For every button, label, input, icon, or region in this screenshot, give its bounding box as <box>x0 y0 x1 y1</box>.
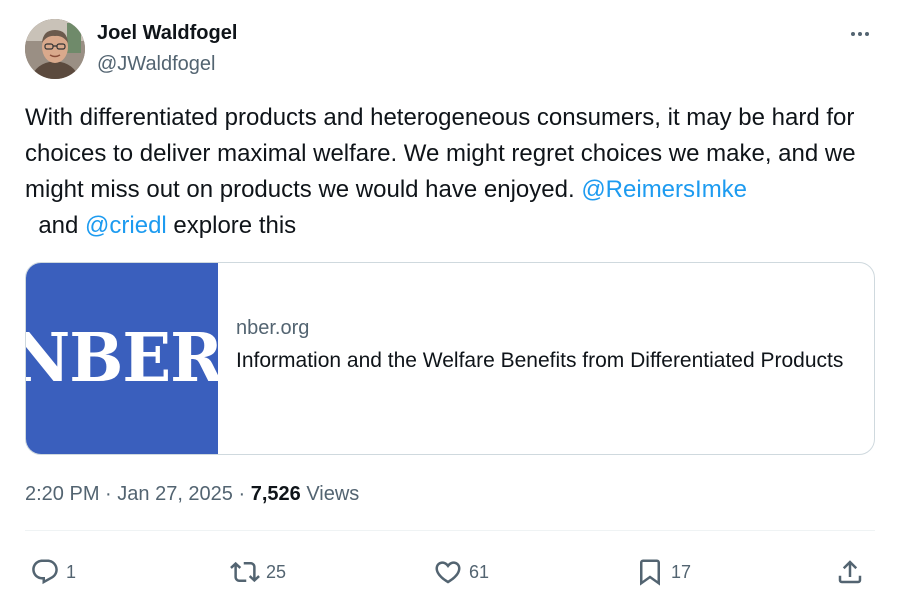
link-card[interactable]: NBER nber.org Information and the Welfar… <box>25 262 875 455</box>
tweet-time[interactable]: 2:20 PM <box>25 483 99 505</box>
reply-count: 1 <box>66 561 77 582</box>
more-dots-icon <box>851 32 869 36</box>
heart-icon <box>435 561 461 584</box>
bookmark-button[interactable]: 17 <box>635 552 691 592</box>
more-options-button[interactable] <box>846 20 874 48</box>
bookmark-icon <box>640 559 660 586</box>
card-thumbnail: NBER <box>26 263 218 454</box>
retweet-icon <box>230 561 260 583</box>
like-button[interactable]: 61 <box>433 552 489 592</box>
tweet-meta: 2:20 PM · Jan 27, 2025 · 7,526 Views <box>25 481 359 507</box>
reply-button[interactable]: 1 <box>30 552 76 592</box>
divider <box>25 530 875 531</box>
author-name[interactable]: Joel Waldfogel <box>97 20 237 46</box>
tweet: Joel Waldfogel @JWaldfogel With differen… <box>0 0 898 604</box>
tweet-date[interactable]: Jan 27, 2025 <box>117 483 233 505</box>
mention-link[interactable]: @ReimersImke <box>581 176 747 203</box>
meta-separator: · <box>232 483 251 505</box>
reply-icon <box>32 559 58 585</box>
share-icon <box>838 560 862 584</box>
avatar[interactable] <box>25 19 85 79</box>
card-title: Information and the Welfare Benefits fro… <box>236 349 844 372</box>
views-label: Views <box>300 483 360 505</box>
author-handle[interactable]: @JWaldfogel <box>97 51 216 77</box>
nber-logo: NBER <box>26 319 218 398</box>
avatar-photo <box>25 19 85 79</box>
bookmark-count: 17 <box>671 561 692 582</box>
share-button[interactable] <box>835 552 865 592</box>
mention-link[interactable]: @criedl <box>85 212 167 239</box>
like-count: 61 <box>469 561 490 582</box>
retweet-button[interactable]: 25 <box>230 552 286 592</box>
tweet-text-part: explore this <box>166 212 297 239</box>
card-domain: nber.org <box>236 317 310 339</box>
retweet-count: 25 <box>266 561 287 582</box>
tweet-text: With differentiated products and heterog… <box>25 100 875 244</box>
views-count: 7,526 <box>250 483 301 505</box>
tweet-text-part: and <box>25 212 86 239</box>
meta-separator: · <box>99 483 118 505</box>
action-bar: 1 25 61 17 <box>25 552 875 592</box>
